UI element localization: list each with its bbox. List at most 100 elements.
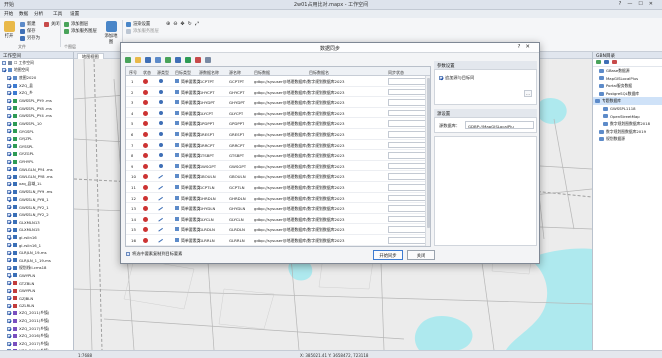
new-connection-icon[interactable]	[596, 60, 601, 64]
catalog-item[interactable]: MapGISLocalPlus	[593, 75, 662, 83]
catalog-item[interactable]: OpenStreetMap	[593, 113, 662, 121]
layer-checkbox[interactable]	[7, 303, 11, 308]
append-checkbox[interactable]	[439, 76, 443, 80]
layer-item[interactable]: gl-rslin16	[0, 234, 73, 242]
layer-checkbox[interactable]	[7, 235, 11, 240]
export-icon[interactable]	[175, 56, 181, 63]
layer-checkbox[interactable]	[7, 167, 11, 172]
layer-checkbox[interactable]	[7, 258, 11, 263]
catalog-item[interactable]: 数字规划图数据库2019	[593, 128, 662, 136]
refresh-icon[interactable]	[145, 56, 151, 63]
scale-readout[interactable]: 1:7688	[78, 353, 92, 358]
layer-item[interactable]: XZQ_2011(乡镇)	[0, 310, 73, 318]
layer-item[interactable]: XZQ_2011(乡镇)	[0, 317, 73, 325]
layer-checkbox[interactable]	[7, 151, 11, 156]
table-row[interactable]: 9 简单要素类 GWSGPT GWSGPT gdbp://sysuser@地理数据库/数…	[126, 161, 430, 172]
menu-start[interactable]: 开始	[4, 11, 13, 17]
add-service-layer-button[interactable]: 添加服务图层	[64, 28, 97, 34]
layer-checkbox[interactable]	[2, 68, 6, 73]
layer-item[interactable]: GYSSPL	[0, 143, 73, 151]
table-row[interactable]: 16 简单要素类 GLRRLN GLRRLN gdbp://sysuser@地理数据库/…	[126, 235, 430, 246]
catalog-item[interactable]: Portal服务数据	[593, 82, 662, 90]
layer-item[interactable]: 地图空间	[0, 67, 73, 75]
table-row[interactable]: 5 简单要素类 GPDPPT GPDPPT gdbp://sysuser@地理数据库/数…	[126, 118, 430, 129]
scrollbar-thumb[interactable]	[426, 78, 430, 228]
edit-icon[interactable]	[185, 56, 191, 63]
layer-item[interactable]: GLXMLN13	[0, 218, 73, 226]
layer-checkbox[interactable]	[7, 121, 11, 126]
column-header[interactable]: 目标类型	[175, 67, 199, 76]
copy-icon[interactable]	[155, 56, 161, 63]
layer-checkbox[interactable]	[7, 182, 11, 187]
layer-checkbox[interactable]	[7, 296, 11, 301]
menu-tools[interactable]: 工具	[53, 11, 62, 17]
column-header[interactable]: 状态	[143, 67, 157, 76]
layer-checkbox[interactable]	[7, 129, 11, 134]
column-header[interactable]: 源名称	[229, 67, 254, 76]
layer-item[interactable]: GWSSPL_PY4 .ms	[0, 112, 73, 120]
layer-item[interactable]: GYZGPL	[0, 150, 73, 158]
source-db-field[interactable]: GDBP://MapGISLocalPlu	[465, 121, 534, 129]
table-row[interactable]: 15 简单要素类 GLRDLN GLRDLN gdbp://sysuser@地理数据库/…	[126, 224, 430, 235]
layer-item[interactable]: XZQ_县	[0, 82, 73, 90]
layer-checkbox[interactable]	[7, 159, 11, 164]
new-button[interactable]: 新建	[20, 21, 36, 27]
table-row[interactable]: 12 简单要素类 GHRDLN GHRDLN gdbp://sysuser@地理数据库/…	[126, 193, 430, 204]
layer-item[interactable]: GLRJLN_1_19-ms	[0, 256, 73, 264]
layer-item[interactable]: GWYPLN	[0, 287, 73, 295]
close-icon[interactable]: ✕	[525, 44, 535, 50]
layer-item[interactable]: GTZBLN	[0, 279, 73, 287]
layer-item[interactable]: GWSSLN_PY9 .ms	[0, 188, 73, 196]
layer-checkbox[interactable]	[7, 220, 11, 225]
append-checkbox-row[interactable]: 追加源与目标同	[439, 75, 474, 81]
layer-item[interactable]: GZLRLN	[0, 302, 73, 310]
layer-checkbox[interactable]	[7, 98, 11, 103]
layer-item[interactable]: 底图2020	[0, 74, 73, 82]
footer-checkbox[interactable]	[126, 252, 130, 256]
layer-item[interactable]: GYHYPL	[0, 158, 73, 166]
layer-item[interactable]: GLRJLN_19-ms	[0, 249, 73, 257]
render-settings-button[interactable]: 渲染设置	[126, 21, 150, 27]
pan-icon[interactable]: ✥	[180, 21, 184, 27]
start-sync-button[interactable]: 开始同步	[373, 250, 403, 260]
layer-item[interactable]: XZQ_2017(乡镇)	[0, 340, 73, 348]
catalog-item[interactable]: GWSSPL1118	[593, 105, 662, 113]
table-row[interactable]: 1 简单要素类 GCPTPT GCPTPT gdbp://sysuser@地理数据库/数…	[126, 76, 430, 87]
layer-checkbox[interactable]	[7, 113, 11, 118]
layer-item[interactable]: XZQ_2016(乡镇)	[0, 332, 73, 340]
layer-checkbox[interactable]	[2, 60, 6, 65]
table-scrollbar[interactable]	[425, 76, 430, 246]
layer-item[interactable]: XZQ_2017(乡镇)	[0, 325, 73, 333]
column-header[interactable]: 序号	[129, 67, 143, 76]
table-row[interactable]: 13 简单要素类 GHYDLN GHYDLN gdbp://sysuser@地理数据库/…	[126, 203, 430, 214]
catalog-item[interactable]: 专题数据库	[593, 97, 662, 105]
table-row[interactable]: 4 简单要素类 GLYCPT GLYCPT gdbp://sysuser@地理数据库/数…	[126, 108, 430, 119]
table-row[interactable]: 2 简单要素类 GHYCPT GHYCPT gdbp://sysuser@地理数据库/数…	[126, 87, 430, 98]
layer-item[interactable]: ☐ 工作空间	[0, 59, 73, 67]
more-button[interactable]: …	[524, 90, 532, 97]
layer-item[interactable]: GWSSPL_PY8 .ms	[0, 105, 73, 113]
layer-item[interactable]: GWSSLN_PY8_1	[0, 196, 73, 204]
table-row[interactable]: 11 简单要素类 GCPTLN GCPTLN gdbp://sysuser@地理数据库/…	[126, 182, 430, 193]
layer-checkbox[interactable]	[7, 212, 11, 217]
settings-icon[interactable]	[205, 56, 211, 63]
layer-checkbox[interactable]	[7, 341, 11, 346]
layer-checkbox[interactable]	[7, 281, 11, 286]
table-row[interactable]: 7 简单要素类 GRRCPT GRRCPT gdbp://sysuser@地理数据库/数…	[126, 140, 430, 151]
save-as-button[interactable]: 另存为	[20, 35, 40, 41]
catalog-item[interactable]: GBase数据源	[593, 67, 662, 75]
help-icon[interactable]: ?	[619, 1, 628, 7]
table-row[interactable]: 3 简单要素类 GHYDPT GHYDPT gdbp://sysuser@地理数据库/数…	[126, 97, 430, 108]
layer-item[interactable]: GZJBLN	[0, 294, 73, 302]
save-button[interactable]: 保存	[20, 28, 36, 34]
layer-checkbox[interactable]	[7, 144, 11, 149]
delete-icon[interactable]	[195, 56, 201, 63]
column-header[interactable]: 源数据名称	[199, 67, 229, 76]
layer-checkbox[interactable]	[7, 197, 11, 202]
layer-checkbox[interactable]	[7, 265, 11, 270]
layer-checkbox[interactable]	[7, 311, 11, 316]
menu-data[interactable]: 数据	[19, 11, 28, 17]
layer-checkbox[interactable]	[7, 83, 11, 88]
layer-item[interactable]: GYGSPL	[0, 127, 73, 135]
maximize-icon[interactable]: ☐	[638, 1, 648, 7]
